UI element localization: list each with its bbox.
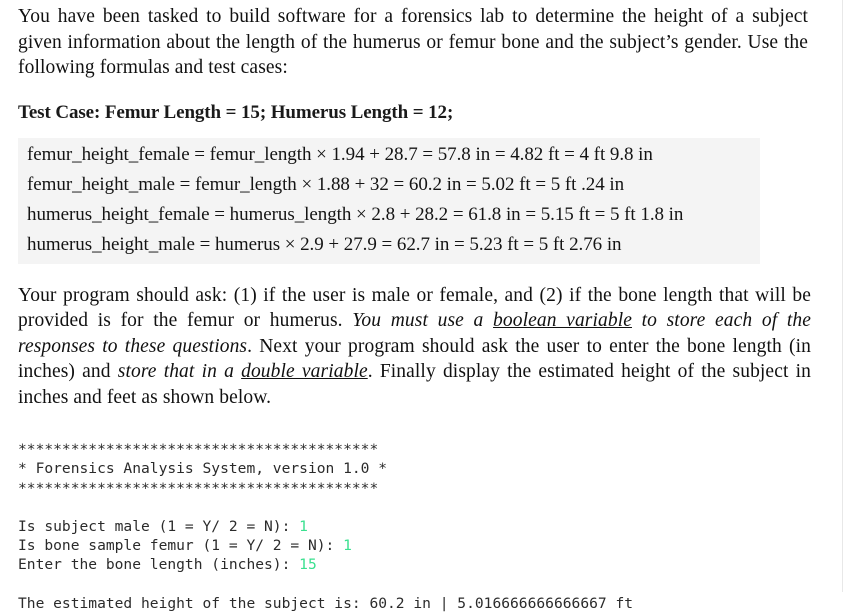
console-banner-bottom-line: ****************************************…: [18, 479, 379, 497]
requirements-italic-lead-1: You must use a: [352, 310, 494, 331]
requirements-emphasis-double-variable: double variable: [241, 361, 368, 382]
formula-block: femur_height_female = femur_length × 1.9…: [18, 137, 760, 264]
console-prompt-label-subject-male: Is subject male (1 = Y/ 2 = N):: [18, 517, 300, 535]
console-prompt-list: Is subject male (1 = Y/ 2 = N): 1 Is bone…: [18, 517, 814, 575]
console-result-line: The estimated height of the subject is: …: [18, 594, 634, 612]
console-input-value-bone-femur[interactable]: 1: [343, 537, 352, 554]
formula-femur-height-male: femur_height_male = femur_length × 1.88 …: [27, 173, 625, 195]
formula-humerus-height-male: humerus_height_male = humerus × 2.9 + 27…: [27, 233, 622, 255]
console-banner-title: * Forensics Analysis System, version 1.0…: [18, 460, 388, 478]
console-banner-top-line: ****************************************…: [18, 441, 379, 458]
document-content: You have been tasked to build software f…: [18, 4, 814, 613]
intro-paragraph: You have been tasked to build software f…: [18, 6, 808, 78]
console-banner: ****************************************…: [18, 440, 814, 498]
requirements-paragraph: Your program should ask: (1) if the user…: [18, 283, 811, 411]
console-prompt-label-bone-femur: Is bone sample femur (1 = Y/ 2 = N):: [18, 537, 344, 555]
requirements-italic-lead-2: store that in a: [117, 361, 242, 382]
console-prompt-label-bone-length: Enter the bone length (inches):: [18, 556, 300, 574]
test-case-heading: Test Case: Femur Length = 15; Humerus Le…: [18, 101, 454, 123]
console-input-value-bone-length[interactable]: 15: [299, 556, 317, 573]
document-page: You have been tasked to build software f…: [0, 0, 843, 612]
formula-femur-height-female: femur_height_female = femur_length × 1.9…: [27, 143, 653, 165]
formula-humerus-height-female: humerus_height_female = humerus_length ×…: [27, 203, 684, 225]
requirements-emphasis-boolean-variable: boolean variable: [493, 310, 632, 331]
console-input-value-subject-male[interactable]: 1: [299, 518, 308, 535]
